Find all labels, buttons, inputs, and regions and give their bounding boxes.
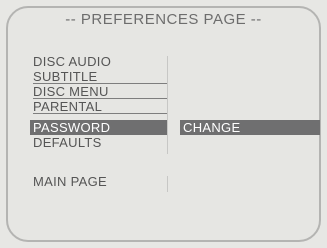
menu-item-parental[interactable]: PARENTAL bbox=[30, 99, 168, 114]
column-divider-lower bbox=[167, 176, 168, 192]
menu-item-defaults[interactable]: DEFAULTS bbox=[30, 135, 168, 150]
main-page-link[interactable]: MAIN PAGE bbox=[33, 174, 107, 189]
column-divider bbox=[167, 56, 168, 154]
dvd-setup-screen: -- PREFERENCES PAGE -- DISC AUDIO SUBTIT… bbox=[0, 0, 327, 248]
page-title: -- PREFERENCES PAGE -- bbox=[65, 11, 262, 28]
menu-item-subtitle[interactable]: SUBTITLE bbox=[30, 69, 168, 84]
submenu-option-change[interactable]: CHANGE bbox=[180, 120, 320, 135]
menu-item-disc-audio[interactable]: DISC AUDIO bbox=[30, 54, 168, 69]
menu-item-disc-menu[interactable]: DISC MENU bbox=[30, 84, 168, 99]
menu-item-password[interactable]: PASSWORD bbox=[30, 120, 168, 135]
